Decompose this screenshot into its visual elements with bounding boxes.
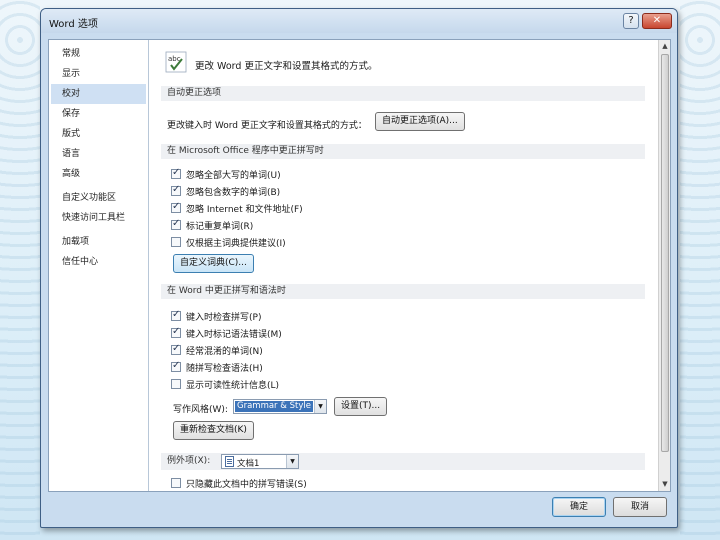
vertical-scrollbar[interactable]: ▲ ▼ [658, 40, 670, 491]
checkbox-row-check-spelling[interactable]: 键入时检查拼写(P) [171, 309, 262, 324]
checkbox-label: 显示可读性统计信息(L) [186, 381, 280, 391]
sidebar-item-save[interactable]: 保存 [51, 104, 146, 124]
title-bar[interactable]: Word 选项 ? ✕ [41, 9, 677, 33]
writing-style-select[interactable]: Grammar & Style ▼ [233, 399, 327, 414]
sidebar-item-quick-access-toolbar[interactable]: 快速访问工具栏 [51, 208, 146, 228]
ok-button[interactable]: 确定 [552, 497, 606, 517]
close-button[interactable]: ✕ [642, 13, 672, 29]
checkbox-row-main-dictionary[interactable]: 仅根据主词典提供建议(I) [171, 236, 286, 250]
help-button[interactable]: ? [623, 13, 639, 29]
writing-style-value: Grammar & Style [235, 401, 313, 412]
checkbox-readability-stats[interactable] [171, 379, 181, 389]
exceptions-label: 例外项(X): [167, 456, 211, 466]
checkbox-row-ignore-uppercase[interactable]: 忽略全部大写的单词(U) [171, 167, 281, 182]
sidebar-item-advanced[interactable]: 高级 [51, 164, 146, 184]
abc-proofing-icon: abc [165, 51, 187, 73]
background-decoration-right [680, 0, 720, 540]
chevron-down-icon[interactable]: ▼ [286, 455, 298, 468]
sidebar-item-display[interactable]: 显示 [51, 64, 146, 84]
checkbox-row-mark-grammar[interactable]: 键入时标记语法错误(M) [171, 326, 282, 341]
background-decoration-left [0, 0, 40, 540]
checkbox-row-check-grammar[interactable]: 随拼写检查语法(H) [171, 360, 263, 375]
checkbox-row-flag-repeated[interactable]: 标记重复单词(R) [171, 218, 254, 233]
checkbox-row-readability[interactable]: 显示可读性统计信息(L) [171, 378, 279, 392]
checkbox-mark-grammar[interactable] [171, 326, 181, 338]
checkbox-row-confused-words[interactable]: 经常混淆的单词(N) [171, 343, 263, 358]
checkbox-label: 忽略全部大写的单词(U) [186, 171, 281, 181]
checkbox-label: 忽略 Internet 和文件地址(F) [186, 205, 303, 215]
scroll-up-icon[interactable]: ▲ [660, 41, 670, 52]
exceptions-document-value: 文档1 [223, 456, 285, 467]
checkbox-label: 经常混淆的单词(N) [186, 347, 263, 357]
checkbox-row-hide-spelling[interactable]: 只隐藏此文档中的拼写错误(S) [171, 477, 307, 491]
autocorrect-options-button[interactable]: 自动更正选项(A)... [375, 112, 465, 131]
sidebar-item-language[interactable]: 语言 [51, 144, 146, 164]
sidebar-item-proofing[interactable]: 校对 [51, 84, 146, 104]
sidebar: 常规 显示 校对 保存 版式 语言 高级 自定义功能区 快速访问工具栏 加载项 … [49, 40, 149, 491]
checkbox-hide-spelling-errors[interactable] [171, 478, 181, 488]
section-autocorrect: 自动更正选项 [161, 86, 645, 101]
checkbox-check-spelling[interactable] [171, 309, 181, 321]
proofing-content: abc 更改 Word 更正文字和设置其格式的方式。 自动更正选项 更改键入时 … [151, 40, 659, 491]
checkbox-ignore-uppercase[interactable] [171, 167, 181, 179]
cancel-button[interactable]: 取消 [613, 497, 667, 517]
checkbox-label: 键入时标记语法错误(M) [186, 330, 282, 340]
checkbox-label: 键入时检查拼写(P) [186, 313, 262, 323]
sidebar-item-add-ins[interactable]: 加载项 [51, 232, 146, 252]
sidebar-item-customize-ribbon[interactable]: 自定义功能区 [51, 188, 146, 208]
checkbox-check-grammar[interactable] [171, 360, 181, 372]
autocorrect-description: 更改键入时 Word 更正文字和设置其格式的方式： [167, 121, 367, 131]
sidebar-item-trust-center[interactable]: 信任中心 [51, 252, 146, 272]
checkbox-label: 随拼写检查语法(H) [186, 364, 263, 374]
scroll-down-icon[interactable]: ▼ [660, 479, 670, 490]
sidebar-item-typography[interactable]: 版式 [51, 124, 146, 144]
grammar-settings-button[interactable]: 设置(T)... [334, 397, 388, 416]
page-title: 更改 Word 更正文字和设置其格式的方式。 [195, 61, 378, 72]
writing-style-label: 写作风格(W): [173, 405, 228, 415]
section-office-spelling: 在 Microsoft Office 程序中更正拼写时 [161, 144, 645, 159]
checkbox-row-ignore-numbers[interactable]: 忽略包含数字的单词(B) [171, 184, 281, 199]
checkbox-label: 只隐藏此文档中的拼写错误(S) [186, 480, 307, 490]
checkbox-ignore-numbers[interactable] [171, 184, 181, 196]
exceptions-document-select[interactable]: 文档1 ▼ [221, 454, 299, 469]
word-options-dialog: Word 选项 ? ✕ 常规 显示 校对 保存 版式 语言 高级 自定义功能区 … [40, 8, 678, 528]
checkbox-confused-words[interactable] [171, 343, 181, 355]
recheck-document-button[interactable]: 重新检查文档(K) [173, 421, 254, 440]
chevron-down-icon[interactable]: ▼ [314, 400, 326, 413]
checkbox-label: 仅根据主词典提供建议(I) [186, 239, 286, 249]
checkbox-flag-repeated[interactable] [171, 218, 181, 230]
custom-dictionaries-button[interactable]: 自定义词典(C)... [173, 254, 254, 273]
checkbox-ignore-internet[interactable] [171, 201, 181, 213]
checkbox-label: 标记重复单词(R) [186, 222, 254, 232]
checkbox-row-ignore-internet[interactable]: 忽略 Internet 和文件地址(F) [171, 201, 303, 216]
scroll-thumb[interactable] [661, 54, 669, 452]
document-name: 文档1 [237, 459, 260, 467]
section-word-spelling: 在 Word 中更正拼写和语法时 [161, 284, 645, 299]
sidebar-item-general[interactable]: 常规 [51, 44, 146, 64]
dialog-client-area: 常规 显示 校对 保存 版式 语言 高级 自定义功能区 快速访问工具栏 加载项 … [48, 39, 671, 492]
checkbox-main-dictionary-only[interactable] [171, 237, 181, 247]
document-icon [225, 456, 234, 467]
checkbox-label: 忽略包含数字的单词(B) [186, 188, 281, 198]
window-title: Word 选项 [49, 19, 98, 30]
